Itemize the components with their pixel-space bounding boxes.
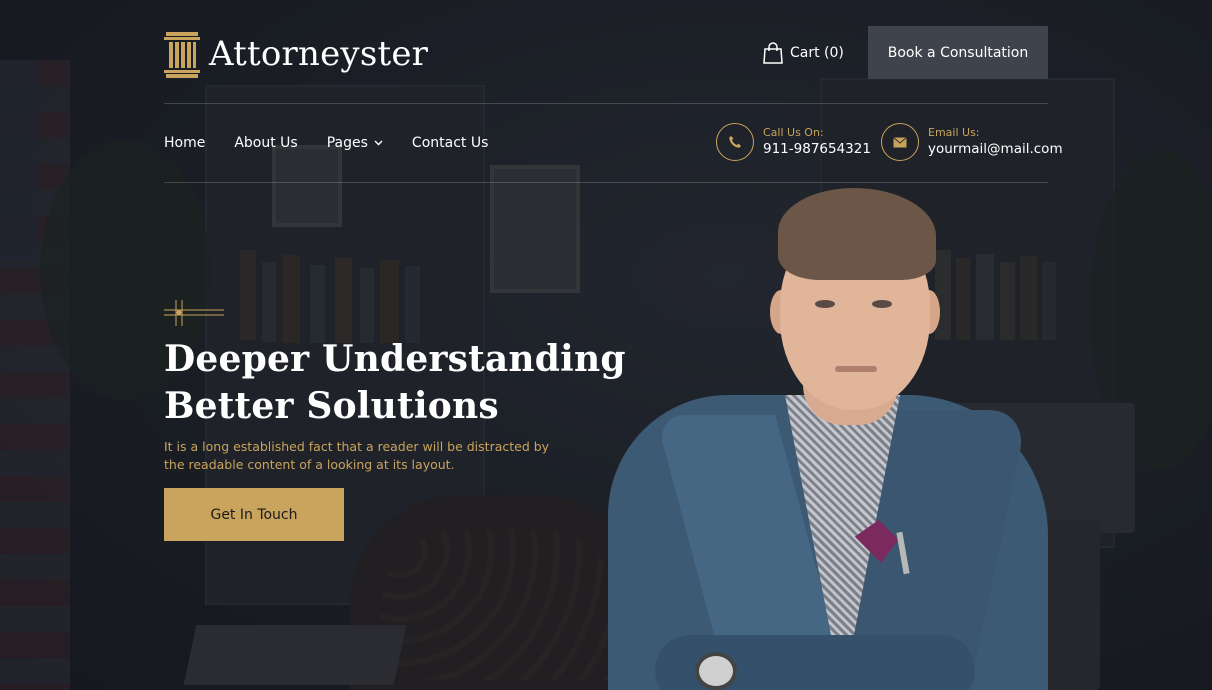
main-nav: Home About Us Pages Contact Us <box>164 135 517 151</box>
nav-label: Home <box>164 135 206 151</box>
hair <box>778 188 936 280</box>
lawyer-portrait <box>600 180 1060 690</box>
nav-label: About Us <box>234 135 298 151</box>
nav-label: Pages <box>326 135 368 151</box>
email-address: yourmail@mail.com <box>928 141 1063 157</box>
contact-email[interactable]: Email Us: yourmail@mail.com <box>881 123 1063 161</box>
nav-item-pages[interactable]: Pages <box>327 135 383 151</box>
phone-label: Call Us On: <box>763 126 824 139</box>
book-consultation-button[interactable]: Book a Consultation <box>868 26 1048 79</box>
headline-line-1: Deeper Understanding <box>164 338 626 380</box>
nav-item-contact-us[interactable]: Contact Us <box>412 135 488 151</box>
email-label: Email Us: <box>928 126 980 139</box>
contact-phone[interactable]: Call Us On: 911-987654321 <box>716 123 871 161</box>
pillar-icon <box>164 32 200 78</box>
wristwatch <box>695 652 737 690</box>
phone-number: 911-987654321 <box>763 141 871 157</box>
phone-icon-circle <box>716 123 754 161</box>
ornament-icon <box>164 300 224 326</box>
chevron-down-icon <box>374 140 383 146</box>
brand-name: Attorneyster <box>209 34 429 74</box>
brand-logo[interactable]: Attorneyster <box>164 30 428 78</box>
nav-item-home[interactable]: Home <box>164 135 205 151</box>
mouth <box>835 366 877 372</box>
nav-divider <box>164 182 1048 183</box>
headline-line-2: Better Solutions <box>164 385 499 427</box>
hero-headline: Deeper Understanding Better Solutions <box>164 336 626 430</box>
eye <box>872 300 892 308</box>
hero-subtext: It is a long established fact that a rea… <box>164 439 550 472</box>
phone-icon <box>729 136 741 148</box>
shopping-bag-icon <box>763 42 783 64</box>
nav-label: Contact Us <box>411 135 489 151</box>
header-divider <box>164 103 1048 104</box>
envelope-icon <box>893 136 907 147</box>
cart-label: Cart (0) <box>790 45 844 61</box>
get-in-touch-button[interactable]: Get In Touch <box>164 488 344 541</box>
cart-link[interactable]: Cart (0) <box>763 42 844 64</box>
envelope-icon-circle <box>881 123 919 161</box>
nav-item-about-us[interactable]: About Us <box>234 135 297 151</box>
hero-section: Attorneyster Cart (0) Book a Consultatio… <box>0 0 1212 690</box>
eye <box>815 300 835 308</box>
